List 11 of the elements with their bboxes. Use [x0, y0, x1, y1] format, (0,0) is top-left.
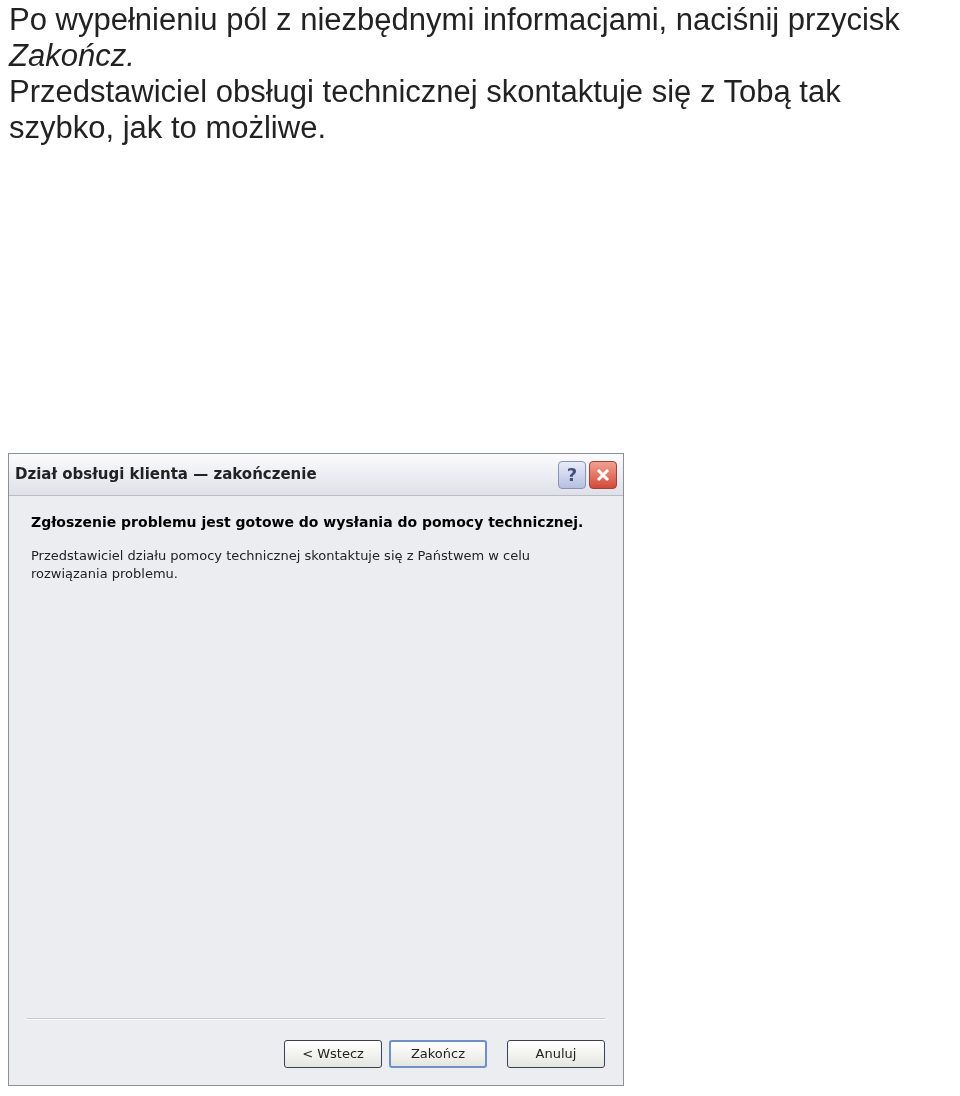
- instruction-text: Przedstawiciel obsługi technicznej skontaktuje się z Tobą tak szybko, jak to możliwe.: [9, 74, 842, 146]
- close-icon: [596, 467, 610, 482]
- instruction-text: Po wypełnieniu pól z niezbędnymi informacjami, naciśnij przycisk Zakończ.: [9, 2, 901, 74]
- close-button[interactable]: [589, 460, 617, 489]
- dialog-message: Przedstawiciel działu pomocy technicznej skontaktuje się z Państwem w celu rozwiązania problemu.: [31, 547, 532, 583]
- finish-button[interactable]: Zakończ: [389, 1040, 487, 1068]
- cancel-button[interactable]: Anuluj: [507, 1040, 605, 1068]
- window-title: Dział obsługi klienta — zakończenie: [15, 464, 318, 486]
- back-button[interactable]: < Wstecz: [284, 1040, 382, 1068]
- help-button[interactable]: ?: [558, 460, 586, 489]
- dialog-heading: Zgłoszenie problemu jest gotowe do wysłania do pomocy technicznej.: [31, 513, 585, 532]
